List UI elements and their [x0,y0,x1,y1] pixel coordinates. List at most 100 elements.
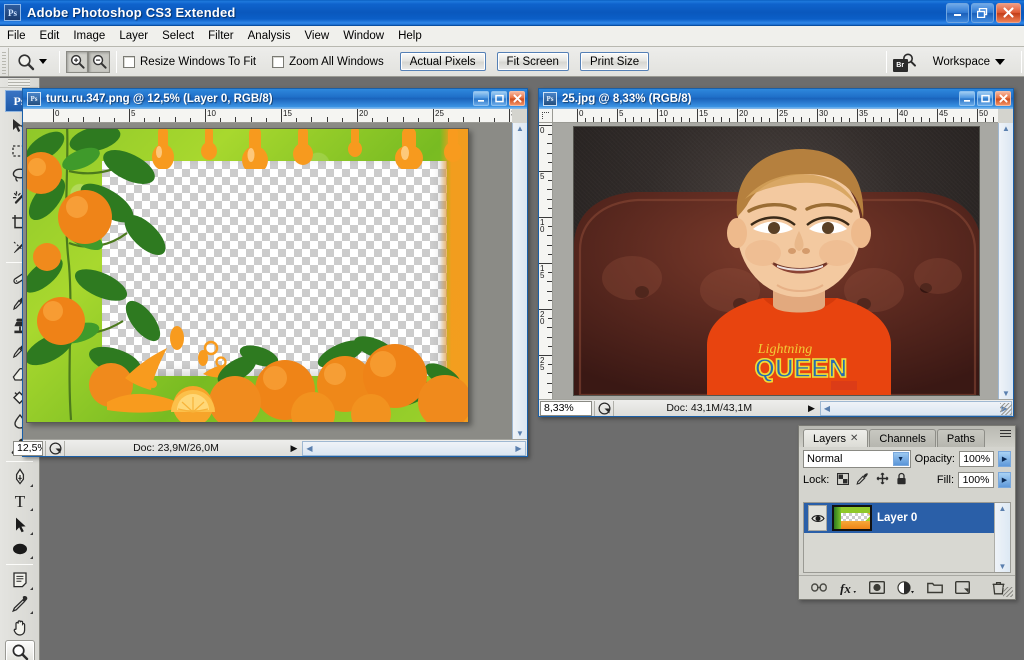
tab-paths[interactable]: Paths [936,429,986,447]
scroll-down-arrow-icon[interactable]: ▼ [999,561,1007,572]
panel-menu-icon[interactable] [1000,430,1011,437]
document-horizontal-scrollbar-frame[interactable]: ◀ ▶ [302,440,526,456]
scroll-right-arrow-icon[interactable]: ▶ [512,444,525,453]
minimize-window-button[interactable] [946,2,969,23]
fill-slider-arrow-icon[interactable]: ▶ [998,472,1011,488]
options-bar-grip[interactable] [0,47,9,76]
tool-path-selection[interactable] [5,513,35,537]
actual-pixels-button[interactable]: Actual Pixels [399,52,486,71]
window-resize-grip-photo[interactable] [1000,403,1012,415]
document-close-button[interactable] [509,91,525,106]
new-group-icon[interactable] [927,581,943,594]
layers-list[interactable]: Layer 0 ▲ ▼ [803,502,1011,573]
scroll-left-arrow-icon[interactable]: ◀ [821,404,834,413]
new-layer-icon[interactable] [955,581,970,594]
menu-analysis[interactable]: Analysis [241,28,298,44]
scroll-up-arrow-icon[interactable]: ▲ [516,123,524,134]
panel-resize-grip[interactable] [1003,587,1013,597]
lock-position-icon[interactable] [876,472,889,488]
print-size-button[interactable]: Print Size [579,52,650,71]
menu-window[interactable]: Window [336,28,391,44]
tool-zoom[interactable] [4,640,35,660]
menu-help[interactable]: Help [391,28,429,44]
layer-row[interactable]: Layer 0 [804,503,994,533]
layer-thumbnail[interactable] [832,505,872,531]
toolbox-grip[interactable] [0,78,38,88]
document-preview-options-icon-frame[interactable] [45,440,65,456]
vertical-ruler-photo[interactable]: 051 01 52 02 53 0 [539,123,553,399]
document-vertical-scrollbar-photo[interactable]: ▲ ▼ [998,123,1013,399]
restore-window-button[interactable] [971,2,994,23]
canvas-photo[interactable]: QUEEN Lightning [553,123,998,399]
menu-image[interactable]: Image [66,28,112,44]
menu-select[interactable]: Select [155,28,201,44]
tool-ellipse-shape[interactable] [5,537,35,561]
layers-panel[interactable]: Layers ✕ Channels Paths Normal ▼ Opacity… [798,425,1016,600]
add-layer-mask-icon[interactable] [869,581,885,594]
opacity-slider-arrow-icon[interactable]: ▶ [998,451,1011,467]
document-window-frame[interactable]: Ps turu.ru.347.png @ 12,5% (Layer 0, RGB… [13,88,528,457]
tool-notes[interactable] [5,568,35,592]
tab-channels[interactable]: Channels [869,429,936,447]
horizontal-ruler-photo[interactable]: 0 5 10 15 20 25 30 35 40 45 50 [553,109,998,123]
tool-pen[interactable] [5,465,35,489]
menu-file[interactable]: File [0,28,33,44]
canvas-frame[interactable] [23,123,512,439]
scroll-down-arrow-icon[interactable]: ▼ [1002,388,1010,399]
resize-windows-to-fit-checkbox-group[interactable]: Resize Windows To Fit [123,55,256,68]
lock-transparent-pixels-icon[interactable] [837,472,850,488]
document-preview-options-icon-photo[interactable] [594,400,614,416]
zoom-all-windows-checkbox[interactable] [272,55,285,68]
chevron-down-icon[interactable]: ▼ [892,452,909,466]
layer-style-fx-icon[interactable]: fx [839,581,857,595]
close-icon[interactable]: ✕ [850,433,858,444]
image-canvas-photo[interactable]: QUEEN Lightning [573,126,980,396]
zoom-level-field-frame[interactable]: 12,5% [13,440,43,456]
menu-edit[interactable]: Edit [33,28,67,44]
zoom-all-windows-checkbox-group[interactable]: Zoom All Windows [272,55,384,68]
workspace-chevron-down-icon[interactable] [995,58,1005,65]
menu-layer[interactable]: Layer [112,28,155,44]
tab-layers[interactable]: Layers ✕ [803,429,869,447]
close-window-button[interactable] [996,2,1021,23]
document-maximize-button[interactable] [977,91,993,106]
zoom-in-button[interactable] [66,50,88,73]
ruler-origin-box[interactable] [539,109,553,123]
scroll-left-arrow-icon[interactable]: ◀ [303,444,316,453]
document-close-button[interactable] [995,91,1011,106]
zoom-out-button[interactable] [88,50,110,73]
tool-hand[interactable] [5,616,35,640]
lock-image-pixels-icon[interactable] [856,472,869,488]
scroll-down-arrow-icon[interactable]: ▼ [516,428,524,439]
zoom-level-field-photo[interactable]: 8,33% [540,400,592,416]
layer-visibility-toggle[interactable] [808,505,827,531]
document-title-bar-photo[interactable]: Ps 25.jpg @ 8,33% (RGB/8) [539,89,1013,109]
fill-value-field[interactable]: 100% [958,472,994,488]
tool-eyedropper[interactable] [5,592,35,616]
menu-view[interactable]: View [297,28,336,44]
document-horizontal-scrollbar-photo[interactable]: ◀ ▶ [819,400,1012,416]
blend-mode-select[interactable]: Normal ▼ [803,450,911,468]
status-expand-arrow-icon-frame[interactable]: ▶ [287,443,301,454]
horizontal-ruler-frame[interactable]: 0 5 10 15 20 25 30 [23,109,512,123]
active-tool-preset-picker[interactable] [12,52,53,72]
status-expand-arrow-icon-photo[interactable]: ▶ [805,403,819,414]
lock-all-icon[interactable] [896,472,907,488]
link-layers-icon[interactable] [811,582,827,593]
scroll-up-arrow-icon[interactable]: ▲ [999,503,1007,514]
document-minimize-button[interactable] [473,91,489,106]
menu-filter[interactable]: Filter [201,28,241,44]
layers-list-scrollbar[interactable]: ▲ ▼ [994,503,1010,572]
document-title-bar-frame[interactable]: Ps turu.ru.347.png @ 12,5% (Layer 0, RGB… [23,89,527,109]
fit-screen-button[interactable]: Fit Screen [496,52,569,71]
go-to-bridge-button[interactable]: Br [892,52,917,72]
document-window-photo[interactable]: Ps 25.jpg @ 8,33% (RGB/8) 0 5 10 15 20 2… [538,88,1014,417]
resize-windows-to-fit-checkbox[interactable] [123,55,135,68]
image-canvas-frame[interactable] [26,128,469,423]
new-adjustment-layer-icon[interactable] [897,580,915,595]
document-minimize-button[interactable] [959,91,975,106]
scroll-up-arrow-icon[interactable]: ▲ [1002,123,1010,134]
opacity-value-field[interactable]: 100% [959,451,995,467]
document-vertical-scrollbar-frame[interactable]: ▲ ▼ [512,123,527,439]
tool-horizontal-type[interactable]: T [5,489,35,513]
